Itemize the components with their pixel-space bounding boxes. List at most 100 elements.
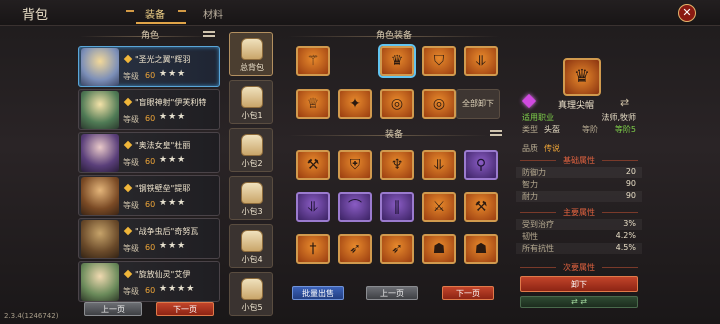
compare-bar-button[interactable]: ⇄ ⇄ [520, 296, 638, 308]
character-card[interactable]: "旋放仙灵"艾伊 等级 60 ★★★★ [78, 261, 220, 302]
hammer-icon: ⚒ [474, 199, 488, 215]
characters-next-button[interactable]: 下一页 [156, 302, 214, 316]
inventory-slot[interactable]: ♆ [380, 150, 414, 180]
rank-diamond-icon [123, 97, 133, 107]
inventory-slot[interactable]: ⥥ [296, 192, 330, 222]
equipped-slot[interactable]: ♛ [380, 46, 414, 76]
stat-row: 所有抗性 4.5% [516, 243, 642, 254]
character-portrait [81, 134, 119, 172]
close-icon[interactable]: ✕ [678, 4, 696, 22]
boots-icon: ⥥ [475, 53, 487, 69]
mace-icon: ⚒ [306, 157, 320, 173]
inventory-prev-button[interactable]: 上一页 [366, 286, 418, 300]
compare-icon[interactable]: ⇄ [620, 96, 629, 109]
inventory-slot[interactable]: ☗ [422, 234, 456, 264]
type-label: 类型 [522, 125, 538, 134]
tier-label: 等阶 [582, 125, 598, 134]
stat-row: 耐力 90 [516, 191, 642, 202]
boots-icon: ⥥ [307, 199, 319, 215]
inventory-slot[interactable]: ⌒ [338, 192, 372, 222]
greaves-icon: ∥ [393, 199, 401, 215]
quality-gem-icon [521, 93, 537, 109]
bag-total[interactable]: 总背包 [229, 32, 273, 76]
rank-diamond-icon [123, 269, 133, 279]
main-attributes-header: 主要属性 [516, 207, 642, 218]
characters-header: 角色 [140, 31, 159, 41]
type-value: 头盔 [544, 125, 560, 134]
bow-icon: ➶ [391, 241, 403, 257]
version-label: 2.3.4(1246742) [4, 312, 59, 320]
inventory-slot[interactable]: † [296, 234, 330, 264]
bag-label: 小包3 [241, 207, 263, 216]
equipped-slot[interactable]: ⥥ [464, 46, 498, 76]
inventory-slot[interactable]: ∥ [380, 192, 414, 222]
type-row: 类型 头盔 等阶 等阶5 [516, 124, 642, 135]
level-value: 60 [145, 71, 156, 80]
inventory-next-button[interactable]: 下一页 [442, 286, 494, 300]
bag-icon [241, 182, 263, 204]
level-label: 等级 [123, 287, 139, 296]
bag-5[interactable]: 小包5 [229, 272, 273, 316]
unequip-all-button[interactable]: 全部卸下 [456, 89, 500, 119]
sub-attributes-header: 次要属性 [516, 262, 642, 273]
equipped-slot[interactable]: ◎ [422, 89, 456, 119]
crown-icon: ♛ [390, 53, 404, 69]
bag-icon [241, 38, 263, 60]
equipped-slot[interactable]: ⚚ [296, 46, 330, 76]
inventory-slot[interactable]: ➶ [380, 234, 414, 264]
armor-icon: ⛨ [349, 157, 361, 173]
star-rating: ★★★ [159, 241, 187, 251]
bag-1[interactable]: 小包1 [229, 80, 273, 124]
bag-4[interactable]: 小包4 [229, 224, 273, 268]
character-card[interactable]: "奥法女皇"杜丽 等级 60 ★★★ [78, 132, 220, 173]
equipped-slot[interactable]: ⛉ [422, 46, 456, 76]
character-portrait [81, 91, 119, 129]
character-name: "圣光之翼"辉羽 [135, 55, 191, 64]
inventory-slot[interactable]: ⚒ [296, 150, 330, 180]
level-label: 等级 [123, 201, 139, 210]
inventory-slot[interactable]: ⛨ [338, 150, 372, 180]
equipped-slot[interactable]: ✦ [338, 89, 372, 119]
inventory-slot[interactable]: ⥥ [422, 150, 456, 180]
job-row: 适用职业 法师,牧师 [516, 112, 642, 123]
equipped-slot[interactable]: ◎ [380, 89, 414, 119]
inventory-slot[interactable]: ☗ [464, 234, 498, 264]
inventory-slot[interactable]: ⚲ [464, 150, 498, 180]
inventory-slot[interactable]: ➶ [338, 234, 372, 264]
tab-equipment[interactable]: 装备 [145, 6, 165, 21]
character-portrait [81, 48, 119, 86]
top-bar [0, 0, 720, 26]
bag-icon [241, 134, 263, 156]
inventory-slot[interactable]: ⚔ [422, 192, 456, 222]
item-name: 真理尖帽 [557, 101, 594, 111]
tab-decoration [178, 10, 186, 12]
tab-decoration [126, 10, 134, 12]
bag-label: 小包5 [241, 303, 263, 312]
base-attributes-header: 基础属性 [516, 155, 642, 166]
sword-icon: ⚔ [432, 199, 446, 215]
character-card[interactable]: "盲眼神射"伊芙利特 等级 60 ★★★ [78, 89, 220, 130]
item-detail-panel: ♛ 真理尖帽 ⇄ 适用职业 法师,牧师 类型 头盔 等阶 等阶5 品质 传说 基… [516, 44, 642, 308]
inventory-slot[interactable]: ⚒ [464, 192, 498, 222]
equipped-slot[interactable]: ♕ [296, 89, 330, 119]
job-label: 适用职业 [522, 113, 554, 122]
menu-icon[interactable] [203, 31, 215, 41]
dagger-icon: † [309, 241, 317, 257]
character-card[interactable]: "战争虫后"奇努瓦 等级 60 ★★★ [78, 218, 220, 259]
rank-diamond-icon [123, 140, 133, 150]
level-value: 60 [145, 286, 156, 295]
level-value: 60 [145, 114, 156, 123]
batch-sell-button[interactable]: 批量出售 [292, 286, 344, 300]
characters-prev-button[interactable]: 上一页 [84, 302, 142, 316]
character-card[interactable]: "钢铁壁垒"提耶 等级 60 ★★★ [78, 175, 220, 216]
menu-icon[interactable] [490, 130, 502, 140]
tab-materials[interactable]: 材料 [203, 6, 223, 21]
crown-dark-icon: ♕ [306, 96, 320, 112]
bag-label: 小包1 [241, 111, 263, 120]
bag-3[interactable]: 小包3 [229, 176, 273, 220]
ring-icon: ◎ [390, 96, 404, 112]
selected-item-slot: ♛ [563, 58, 601, 96]
unequip-button[interactable]: 卸下 [520, 276, 638, 292]
bag-2[interactable]: 小包2 [229, 128, 273, 172]
character-card[interactable]: "圣光之翼"辉羽 等级 60 ★★★ [78, 46, 220, 87]
